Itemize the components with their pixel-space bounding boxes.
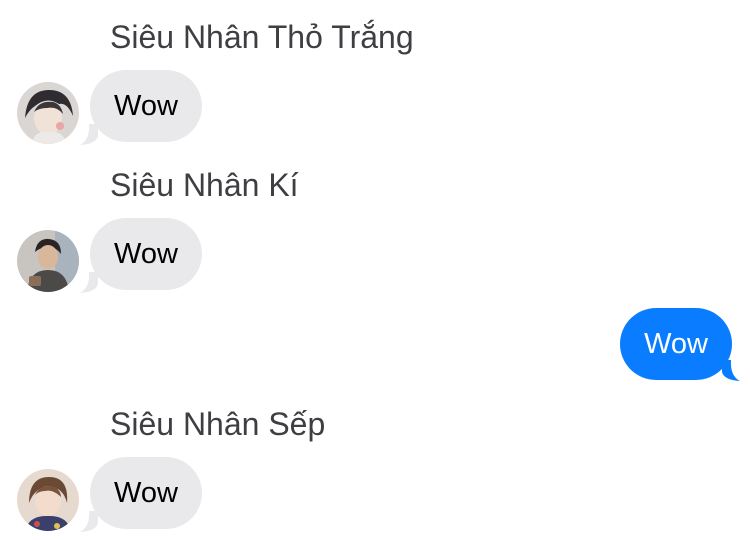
user-avatar[interactable]	[17, 230, 79, 292]
sender-name: Siêu Nhân Sếp	[110, 406, 326, 442]
user-avatar[interactable]	[17, 82, 79, 144]
message-bubble-incoming[interactable]: Wow	[90, 457, 202, 529]
message-bubble-incoming[interactable]: Wow	[90, 70, 202, 142]
avatar-photo-icon	[17, 230, 79, 292]
avatar-photo-icon	[17, 82, 79, 144]
message-bubble-outgoing[interactable]: Wow	[620, 308, 732, 380]
sender-name: Siêu Nhân Kí	[110, 167, 299, 203]
message-bubble-incoming[interactable]: Wow	[90, 218, 202, 290]
user-avatar[interactable]	[17, 469, 79, 531]
avatar-photo-icon	[17, 469, 79, 531]
sender-name: Siêu Nhân Thỏ Trắng	[110, 19, 414, 55]
